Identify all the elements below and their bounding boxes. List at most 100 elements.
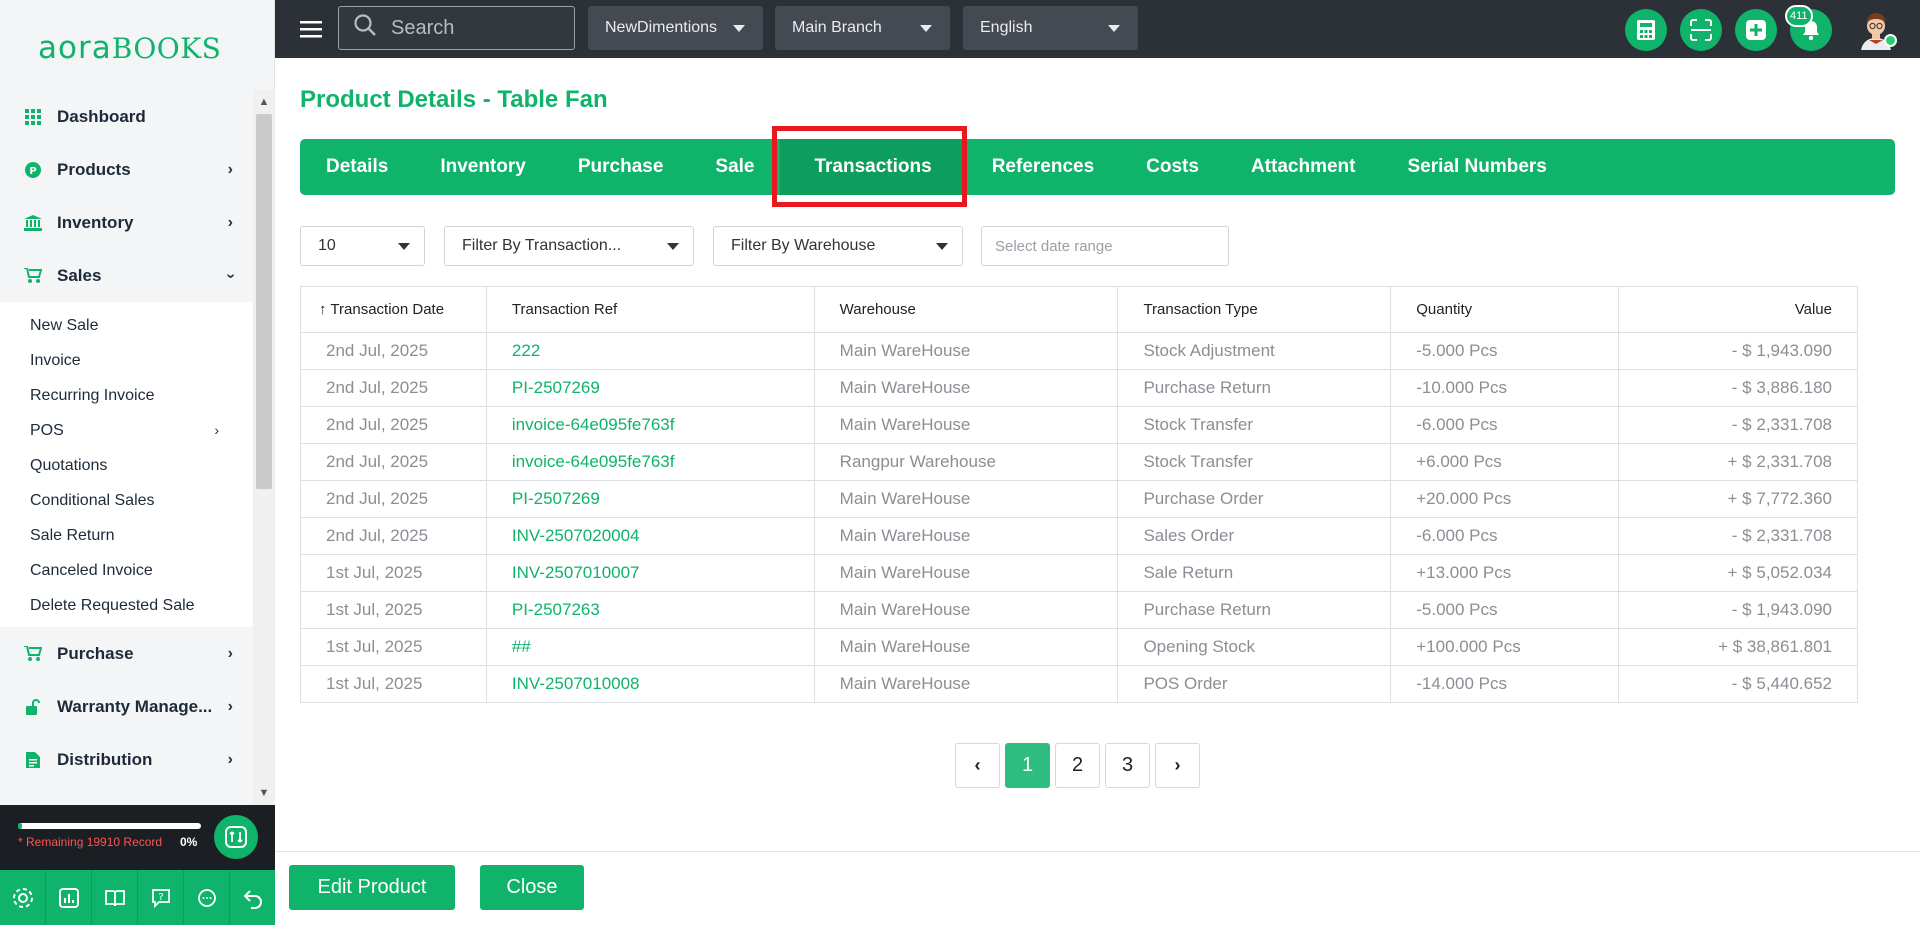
quick-add-button[interactable] [1735, 9, 1777, 51]
branch-select[interactable]: Main Branch [775, 6, 950, 50]
menu-toggle-button[interactable] [300, 18, 322, 40]
cell-ref-link[interactable]: INV-2507010007 [485, 554, 815, 592]
tab-costs[interactable]: Costs [1120, 139, 1225, 195]
chat-icon [197, 888, 216, 907]
cell-quantity: -6.000 Pcs [1390, 517, 1620, 555]
sidebar-item-sales[interactable]: Sales › [0, 249, 253, 302]
cell-type: Stock Transfer [1117, 443, 1392, 481]
tab-transactions[interactable]: Transactions [780, 139, 966, 195]
cell-ref-link[interactable]: invoice-64e095fe763f [485, 443, 815, 481]
cell-ref-link[interactable]: 222 [485, 332, 815, 370]
cell-ref-link[interactable]: invoice-64e095fe763f [485, 406, 815, 444]
calculator-button[interactable] [1625, 9, 1667, 51]
cell-ref-link[interactable]: INV-2507010008 [485, 665, 815, 703]
table-row: 2nd Jul, 2025 invoice-64e095fe763f Main Wa… [300, 406, 1858, 444]
sidebar-item-purchase[interactable]: Purchase › [0, 627, 253, 680]
submenu-label: Invoice [30, 351, 81, 369]
tab-sale[interactable]: Sale [689, 139, 780, 195]
caret-down-icon [398, 243, 410, 250]
page-button-3[interactable]: 3 [1105, 743, 1150, 788]
tab-purchase[interactable]: Purchase [552, 139, 690, 195]
cell-date: 1st Jul, 2025 [300, 665, 487, 703]
cell-ref-link[interactable]: PI-2507269 [485, 480, 815, 518]
warehouse-filter[interactable]: Filter By Warehouse [713, 226, 963, 266]
reports-button[interactable] [46, 870, 92, 925]
book-icon [104, 889, 125, 906]
back-button[interactable] [230, 870, 275, 925]
submenu-item-pos[interactable]: POS › [0, 413, 253, 448]
cell-warehouse: Main WareHouse [813, 628, 1119, 666]
sidebar-item-inventory[interactable]: Inventory › [0, 196, 253, 249]
tab-references[interactable]: References [966, 139, 1120, 195]
cell-warehouse: Main WareHouse [813, 591, 1119, 629]
settings-button[interactable] [0, 870, 46, 925]
cell-value: - $ 2,331.708 [1618, 517, 1858, 555]
scan-button[interactable] [1680, 9, 1722, 51]
sidebar-item-products[interactable]: P Products › [0, 143, 253, 196]
page-button-2[interactable]: 2 [1055, 743, 1100, 788]
sidebar-item-label: Dashboard [57, 106, 146, 126]
submenu-label: New Sale [30, 316, 99, 334]
sidebar-item-dashboard[interactable]: Dashboard [0, 90, 253, 143]
search-placeholder: Search [391, 16, 455, 39]
app-logo[interactable]: aora BOOKS [38, 30, 221, 66]
cell-date: 2nd Jul, 2025 [300, 480, 487, 518]
help-icon: ? [151, 888, 170, 908]
page-size-select[interactable]: 10 [300, 226, 425, 266]
column-header-transaction-date[interactable]: ↑ Transaction Date [300, 286, 487, 333]
help-button[interactable]: ? [138, 870, 184, 925]
transaction-type-filter[interactable]: Filter By Transaction... [444, 226, 694, 266]
cell-value: - $ 3,886.180 [1618, 369, 1858, 407]
tab-attachment[interactable]: Attachment [1225, 139, 1382, 195]
chevron-up-icon[interactable]: ▲ [253, 92, 275, 112]
column-header-quantity[interactable]: Quantity [1390, 286, 1620, 333]
cell-warehouse: Rangpur Warehouse [813, 443, 1119, 481]
submenu-item-conditional-sales[interactable]: Conditional Sales [0, 483, 253, 518]
submenu-item-new-sale[interactable]: New Sale [0, 308, 253, 343]
sidebar-scrollbar[interactable]: ▲ ▼ [253, 90, 275, 805]
chevron-right-icon: › [227, 698, 233, 715]
company-select[interactable]: NewDimentions [588, 6, 763, 50]
sync-button[interactable] [214, 815, 258, 859]
cell-warehouse: Main WareHouse [813, 369, 1119, 407]
tab-serial-numbers[interactable]: Serial Numbers [1381, 139, 1572, 195]
tab-details[interactable]: Details [300, 139, 414, 195]
language-select[interactable]: English [963, 6, 1138, 50]
transaction-filter-value: Filter By Transaction... [462, 237, 622, 254]
submenu-item-sale-return[interactable]: Sale Return [0, 518, 253, 553]
tab-inventory[interactable]: Inventory [414, 139, 552, 195]
submenu-item-delete-requested-sale[interactable]: Delete Requested Sale [0, 588, 253, 623]
column-header-value[interactable]: Value [1618, 286, 1858, 333]
date-range-input[interactable]: Select date range [981, 226, 1229, 266]
submenu-item-canceled-invoice[interactable]: Canceled Invoice [0, 553, 253, 588]
grid-icon [24, 108, 42, 126]
cell-ref-link[interactable]: ## [485, 628, 815, 666]
column-header-transaction-type[interactable]: Transaction Type [1117, 286, 1392, 333]
submenu-item-recurring-invoice[interactable]: Recurring Invoice [0, 378, 253, 413]
sidebar-item-distribution[interactable]: Distribution › [0, 733, 253, 786]
cell-ref-link[interactable]: PI-2507263 [485, 591, 815, 629]
column-header-transaction-ref[interactable]: Transaction Ref [485, 286, 815, 333]
cell-ref-link[interactable]: PI-2507269 [485, 369, 815, 407]
table-row: 2nd Jul, 2025 222 Main WareHouse Stock Adju… [300, 332, 1858, 370]
close-button[interactable]: Close [480, 865, 584, 910]
search-input[interactable]: Search [338, 6, 575, 50]
guide-button[interactable] [92, 870, 138, 925]
cell-ref-link[interactable]: INV-2507020004 [485, 517, 815, 555]
cart-icon [24, 645, 42, 663]
prev-page-button[interactable]: ‹ [955, 743, 1000, 788]
submenu-item-invoice[interactable]: Invoice [0, 343, 253, 378]
next-page-button[interactable]: › [1155, 743, 1200, 788]
table-header-row: ↑ Transaction Date Transaction Ref Wareh… [300, 286, 1858, 333]
edit-product-button[interactable]: Edit Product [289, 865, 455, 910]
chevron-down-icon[interactable]: ▼ [253, 783, 275, 803]
chevron-right-icon: › [1174, 755, 1181, 775]
sidebar-item-warranty[interactable]: Warranty Manage... › [0, 680, 253, 733]
table-row: 2nd Jul, 2025 PI-2507269 Main WareHouse Pur… [300, 480, 1858, 518]
chat-button[interactable] [184, 870, 230, 925]
scrollbar-thumb[interactable] [256, 114, 272, 489]
submenu-item-quotations[interactable]: Quotations [0, 448, 253, 483]
page-button-1[interactable]: 1 [1005, 743, 1050, 788]
cell-type: Opening Stock [1117, 628, 1392, 666]
column-header-warehouse[interactable]: Warehouse [813, 286, 1119, 333]
